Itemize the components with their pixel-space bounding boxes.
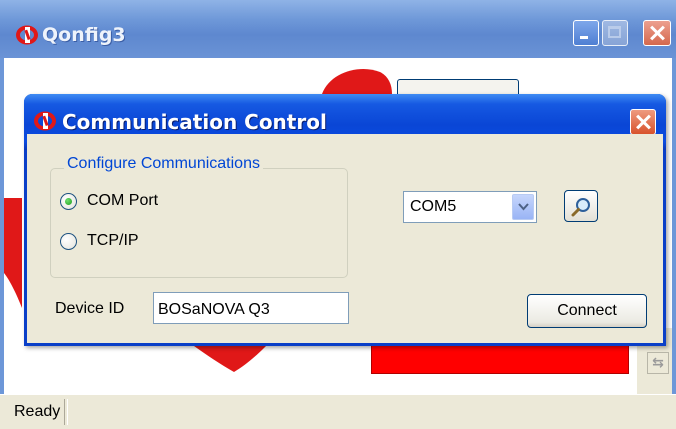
dialog-close-button[interactable] bbox=[630, 109, 656, 135]
window-border bbox=[672, 58, 676, 394]
status-bar: Ready bbox=[0, 394, 676, 429]
minimize-button[interactable] bbox=[573, 20, 599, 46]
device-id-input[interactable] bbox=[153, 292, 349, 324]
dialog-body: Configure Communications COM Port TCP/IP… bbox=[27, 134, 663, 343]
tcp-ip-option[interactable]: TCP/IP bbox=[60, 232, 139, 250]
com-port-select[interactable]: COM5 bbox=[403, 191, 537, 223]
tcp-ip-label: TCP/IP bbox=[87, 232, 139, 249]
com-port-label: COM Port bbox=[87, 192, 159, 209]
maximize-button[interactable] bbox=[602, 20, 628, 46]
magnifier-icon bbox=[571, 198, 590, 217]
group-title: Configure Communications bbox=[64, 155, 263, 173]
search-ports-button[interactable] bbox=[564, 190, 598, 222]
main-window-title: Qonfig3 bbox=[42, 24, 126, 46]
status-text: Ready bbox=[14, 403, 61, 420]
chevron-down-icon[interactable] bbox=[512, 194, 534, 220]
q-logo-icon bbox=[16, 25, 38, 45]
com-port-option[interactable]: COM Port bbox=[60, 192, 158, 210]
configure-communications-group bbox=[50, 168, 348, 278]
status-separator bbox=[64, 399, 68, 425]
device-id-label: Device ID bbox=[55, 300, 125, 317]
com-port-radio[interactable] bbox=[60, 192, 77, 210]
com-port-select-value: COM5 bbox=[410, 198, 457, 215]
tcp-ip-radio[interactable] bbox=[60, 232, 77, 250]
refresh-icon[interactable]: ⇆ bbox=[647, 352, 669, 374]
main-titlebar[interactable]: Qonfig3 bbox=[0, 0, 676, 58]
communication-control-dialog: Communication Control Configure Communic… bbox=[24, 94, 666, 346]
dialog-title: Communication Control bbox=[62, 110, 327, 134]
connect-button[interactable]: Connect bbox=[527, 294, 647, 328]
q-logo-icon bbox=[34, 111, 56, 131]
close-button[interactable] bbox=[643, 20, 671, 46]
